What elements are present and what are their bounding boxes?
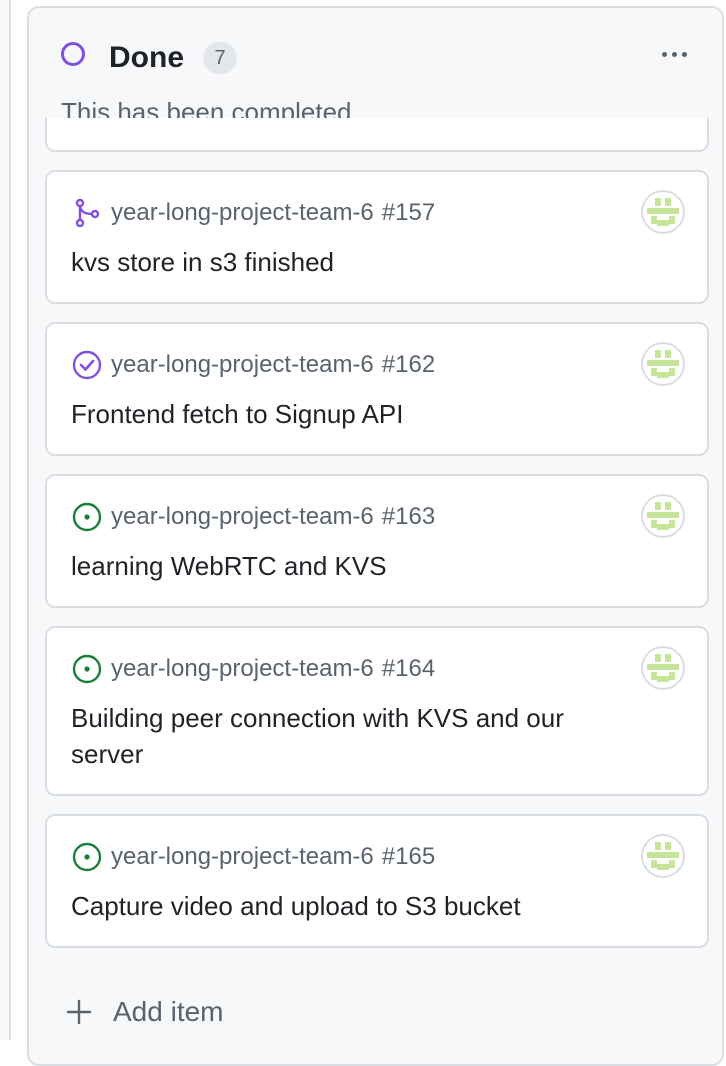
item-card[interactable]: year-long-project-team-6 #162 Frontend f…	[45, 322, 709, 456]
adjacent-column-edge	[0, 0, 11, 1040]
card-meta: year-long-project-team-6 #165	[71, 840, 435, 874]
column-menu-button[interactable]	[654, 34, 694, 74]
item-card[interactable]: year-long-project-team-6 #157 kvs store …	[45, 170, 709, 304]
identicon-icon	[647, 198, 679, 226]
avatar[interactable]	[641, 834, 685, 878]
card-title[interactable]: learning WebRTC and KVS	[71, 548, 641, 584]
column-title: Done	[109, 41, 184, 74]
card-repo[interactable]: year-long-project-team-6	[111, 652, 374, 686]
card-number[interactable]: #163	[382, 500, 435, 534]
kebab-dot-icon	[681, 51, 687, 57]
card-number[interactable]: #157	[382, 196, 435, 230]
avatar[interactable]	[641, 494, 685, 538]
add-item-label: Add item	[113, 996, 224, 1027]
identicon-icon	[647, 350, 679, 378]
avatar[interactable]	[641, 646, 685, 690]
git-merge-icon	[75, 198, 100, 228]
card-repo[interactable]: year-long-project-team-6	[111, 840, 374, 874]
plus-icon	[66, 999, 92, 1025]
card-number[interactable]: #165	[382, 840, 435, 874]
status-circle-icon	[61, 42, 85, 66]
item-card[interactable]: year-long-project-team-6 #164 Building p…	[45, 626, 709, 796]
item-card[interactable]: year-long-project-team-6 #163 learning W…	[45, 474, 709, 608]
card-repo[interactable]: year-long-project-team-6	[111, 500, 374, 534]
issue-open-icon	[72, 842, 102, 872]
identicon-icon	[647, 842, 679, 870]
card-meta: year-long-project-team-6 #162	[71, 348, 435, 382]
board-column-done: Done 7 This has been completed year-long…	[27, 6, 724, 1066]
card-meta: year-long-project-team-6 #157	[71, 196, 435, 230]
kebab-dot-icon	[671, 51, 677, 57]
issue-open-icon	[72, 654, 102, 684]
identicon-icon	[647, 502, 679, 530]
identicon-icon	[647, 654, 679, 682]
card-title[interactable]: Frontend fetch to Signup API	[71, 396, 641, 432]
card-number[interactable]: #164	[382, 652, 435, 686]
item-card[interactable]: year-long-project-team-6 #165 Capture vi…	[45, 814, 709, 948]
avatar[interactable]	[641, 190, 685, 234]
card-title[interactable]: Capture video and upload to S3 bucket	[71, 888, 641, 924]
issue-open-icon	[72, 502, 102, 532]
card-title[interactable]: Building peer connection with KVS and ou…	[71, 700, 641, 772]
previous-card-partial[interactable]	[45, 118, 709, 152]
card-repo[interactable]: year-long-project-team-6	[111, 348, 374, 382]
add-item-button[interactable]: Add item	[65, 992, 224, 1032]
card-meta: year-long-project-team-6 #164	[71, 652, 435, 686]
card-number[interactable]: #162	[382, 348, 435, 382]
item-count-badge: 7	[203, 42, 237, 74]
issue-closed-icon	[72, 350, 102, 380]
avatar[interactable]	[641, 342, 685, 386]
card-repo[interactable]: year-long-project-team-6	[111, 196, 374, 230]
card-title[interactable]: kvs store in s3 finished	[71, 244, 641, 280]
card-meta: year-long-project-team-6 #163	[71, 500, 435, 534]
kebab-dot-icon	[661, 51, 667, 57]
